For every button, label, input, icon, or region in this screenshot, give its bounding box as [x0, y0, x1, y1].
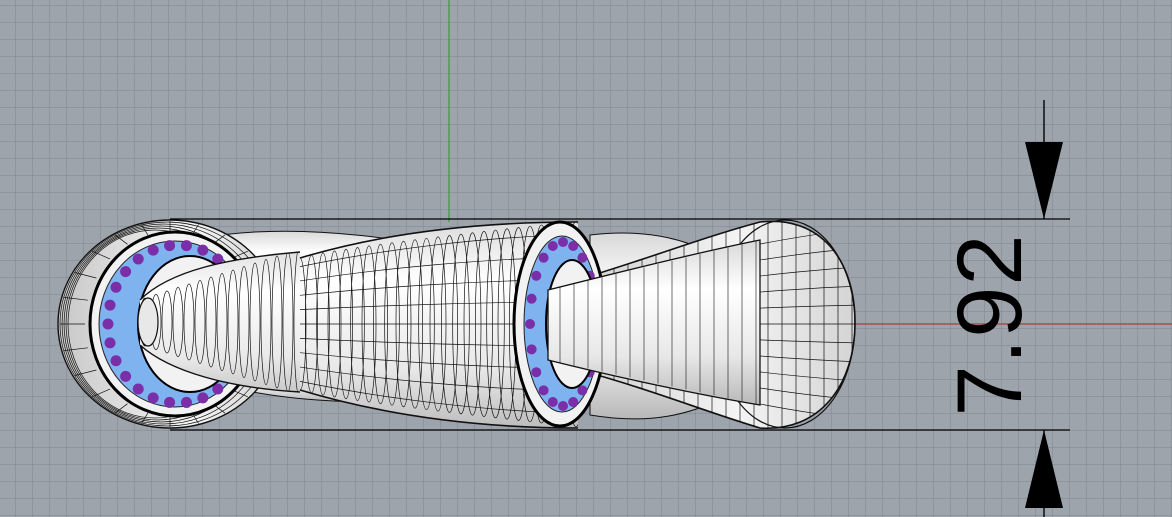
- dimension-arrow-up-icon: [1025, 430, 1063, 508]
- bearing-ball: [132, 383, 144, 395]
- bearing-ball: [120, 370, 132, 382]
- bearing-ball: [568, 241, 579, 252]
- bearing-ball: [180, 396, 192, 408]
- bearing-ball: [102, 318, 114, 330]
- dimension-arrow-down-icon: [1025, 142, 1063, 219]
- bearing-ball: [568, 396, 579, 407]
- dimension-value[interactable]: 7.92: [939, 233, 1041, 416]
- bearing-ball: [538, 252, 549, 263]
- bearing-ball: [197, 244, 209, 256]
- bearing-ball: [525, 319, 535, 329]
- viewport-canvas[interactable]: 7.92: [0, 0, 1172, 517]
- bearing-ball: [110, 355, 122, 367]
- bearing-ball: [147, 392, 159, 404]
- bearing-ball: [547, 396, 558, 407]
- bearing-ball: [164, 240, 176, 252]
- bearing-ball: [104, 337, 116, 349]
- bearing-ball: [531, 270, 542, 281]
- bearing-ball: [526, 293, 537, 304]
- bearing-ball: [526, 344, 537, 355]
- bearing-ball: [197, 392, 209, 404]
- bearing-ball: [547, 241, 558, 252]
- bearing-ball: [180, 240, 192, 252]
- bearing-ball: [147, 244, 159, 256]
- bearing-ball: [120, 266, 132, 278]
- bearing-ball: [558, 401, 568, 411]
- bearing-ball: [558, 237, 568, 247]
- bearing-ball: [110, 281, 122, 293]
- bearing-ball: [132, 253, 144, 265]
- bearing-ball: [538, 385, 549, 396]
- bearing-ball: [104, 299, 116, 311]
- bearing-ball: [164, 396, 176, 408]
- bearing-ball: [531, 367, 542, 378]
